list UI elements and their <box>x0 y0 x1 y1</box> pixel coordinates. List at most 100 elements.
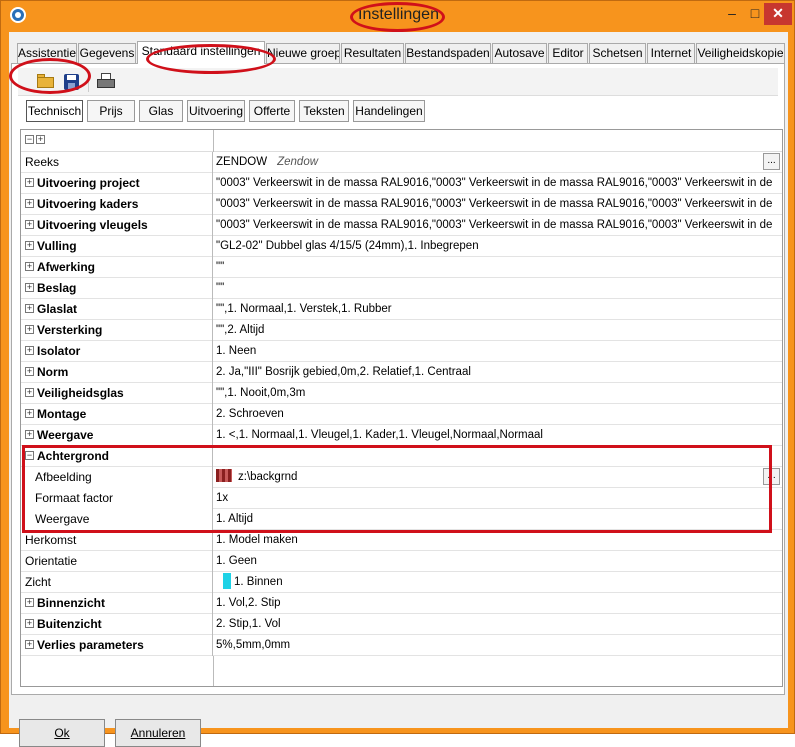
grid-row-herkomst[interactable]: Herkomst 1. Model maken <box>21 530 782 551</box>
grid-row-versterking[interactable]: + Versterking "",2. Altijd <box>21 320 782 341</box>
row-label-text: Beslag <box>37 281 77 295</box>
grid-row-afwerking[interactable]: + Afwerking "" <box>21 257 782 278</box>
grid-row-achtergrond[interactable]: − Achtergrond <box>21 446 782 467</box>
tab-editor[interactable]: Editor <box>548 43 588 63</box>
tab-autosave[interactable]: Autosave <box>492 43 547 63</box>
minimize-icon[interactable]: – <box>721 3 743 25</box>
maximize-icon[interactable]: □ <box>744 3 766 25</box>
grid-row-montage[interactable]: + Montage 2. Schroeven <box>21 404 782 425</box>
row-value[interactable]: 2. Schroeven <box>216 404 776 425</box>
expand-icon[interactable]: + <box>25 220 34 230</box>
row-value[interactable]: "",1. Nooit,0m,3m <box>216 383 776 404</box>
expand-icon[interactable]: + <box>25 409 34 419</box>
open-folder-icon[interactable] <box>36 73 56 91</box>
grid-row-weergave[interactable]: + Weergave 1. <,1. Normaal,1. Vleugel,1. … <box>21 425 782 446</box>
row-value[interactable]: "" <box>216 257 776 278</box>
row-value[interactable]: 1. Model maken <box>216 530 776 551</box>
tab-standaard-instellingen[interactable]: Standaard instellingen <box>137 41 265 64</box>
afbeelding-browse-button[interactable]: ... <box>763 468 780 485</box>
grid-row-afbeelding[interactable]: Afbeelding z:\backgrnd ... <box>21 467 782 488</box>
grid-row-uitvoering-vleugels[interactable]: + Uitvoering vleugels "0003" Verkeerswit … <box>21 215 782 236</box>
tab-gegevens[interactable]: Gegevens <box>78 43 136 63</box>
close-icon[interactable]: ✕ <box>764 3 792 25</box>
row-value[interactable]: 1. <,1. Normaal,1. Vleugel,1. Kader,1. V… <box>216 425 776 446</box>
row-value[interactable]: 1. Altijd <box>216 509 776 530</box>
grid-row-veiligheidsglas[interactable]: + Veiligheidsglas "",1. Nooit,0m,3m <box>21 383 782 404</box>
row-label-text: Versterking <box>37 323 103 337</box>
grid-row-buitenzicht[interactable]: + Buitenzicht 2. Stip,1. Vol <box>21 614 782 635</box>
expand-icon[interactable]: + <box>25 304 34 314</box>
ok-button[interactable]: Ok <box>19 719 105 747</box>
row-value[interactable]: "0003" Verkeerswit in de massa RAL9016,"… <box>216 194 776 215</box>
row-value[interactable]: "",1. Normaal,1. Verstek,1. Rubber <box>216 299 776 320</box>
row-value[interactable]: "",2. Altijd <box>216 320 776 341</box>
subtab-uitvoering[interactable]: Uitvoering <box>187 100 245 122</box>
expand-icon[interactable]: + <box>25 430 34 440</box>
grid-row-achtergrond-weergave[interactable]: Weergave 1. Altijd <box>21 509 782 530</box>
subtab-offerte[interactable]: Offerte <box>249 100 295 122</box>
print-icon[interactable] <box>96 73 116 91</box>
subtab-prijs[interactable]: Prijs <box>87 100 135 122</box>
grid-row-verlies-parameters[interactable]: + Verlies parameters 5%,5mm,0mm <box>21 635 782 656</box>
expand-icon[interactable]: + <box>25 598 34 608</box>
reeks-browse-button[interactable]: ... <box>763 153 780 170</box>
subtab-glas[interactable]: Glas <box>139 100 183 122</box>
expand-all-button[interactable]: + <box>36 135 45 144</box>
tab-veiligheidskopie[interactable]: Veiligheidskopie <box>696 43 785 63</box>
row-value[interactable]: "GL2-02" Dubbel glas 4/15/5 (24mm),1. In… <box>216 236 776 257</box>
row-value[interactable]: 1. Binnen <box>216 572 776 593</box>
expand-icon[interactable]: + <box>25 283 34 293</box>
grid-row-beslag[interactable]: + Beslag "" <box>21 278 782 299</box>
grid-row-binnenzicht[interactable]: + Binnenzicht 1. Vol,2. Stip <box>21 593 782 614</box>
grid-row-uitvoering-project[interactable]: + Uitvoering project "0003" Verkeerswit i… <box>21 173 782 194</box>
grid-row-isolator[interactable]: + Isolator 1. Neen <box>21 341 782 362</box>
grid-row-vulling[interactable]: + Vulling "GL2-02" Dubbel glas 4/15/5 (24… <box>21 236 782 257</box>
row-value[interactable]: 1. Geen <box>216 551 776 572</box>
grid-row-glaslat[interactable]: + Glaslat "",1. Normaal,1. Verstek,1. Rub… <box>21 299 782 320</box>
grid-row-norm[interactable]: + Norm 2. Ja,"III" Bosrijk gebied,0m,2. R… <box>21 362 782 383</box>
grid-row-reeks[interactable]: Reeks ZENDOW Zendow ... <box>21 152 782 173</box>
save-icon[interactable] <box>62 73 82 91</box>
tab-resultaten[interactable]: Resultaten <box>341 43 404 63</box>
collapse-icon[interactable]: − <box>25 451 34 461</box>
expand-icon[interactable]: + <box>25 178 34 188</box>
subtab-handelingen[interactable]: Handelingen <box>353 100 425 122</box>
grid-row-orientatie[interactable]: Orientatie 1. Geen <box>21 551 782 572</box>
row-value[interactable]: 1. Neen <box>216 341 776 362</box>
row-value[interactable]: 5%,5mm,0mm <box>216 635 776 656</box>
expand-icon[interactable]: + <box>25 325 34 335</box>
row-value[interactable]: z:\backgrnd <box>216 467 776 488</box>
tab-bestandspaden[interactable]: Bestandspaden <box>405 43 491 63</box>
tab-schetsen[interactable]: Schetsen <box>589 43 646 63</box>
collapse-all-button[interactable]: − <box>25 135 34 144</box>
expand-icon[interactable]: + <box>25 241 34 251</box>
tab-internet[interactable]: Internet <box>647 43 695 63</box>
row-value[interactable]: "0003" Verkeerswit in de massa RAL9016,"… <box>216 173 776 194</box>
subtab-technisch[interactable]: Technisch <box>26 100 83 122</box>
cancel-button[interactable]: Annuleren <box>115 719 201 747</box>
ok-label: Ok <box>54 726 70 740</box>
zicht-value: 1. Binnen <box>234 576 283 588</box>
expand-icon[interactable]: + <box>25 199 34 209</box>
row-value[interactable]: "" <box>216 278 776 299</box>
expand-icon[interactable]: + <box>25 367 34 377</box>
row-value[interactable]: 2. Ja,"III" Bosrijk gebied,0m,2. Relatie… <box>216 362 776 383</box>
expand-icon[interactable]: + <box>25 619 34 629</box>
row-value[interactable]: 2. Stip,1. Vol <box>216 614 776 635</box>
subtab-teksten[interactable]: Teksten <box>299 100 349 122</box>
expand-icon[interactable]: + <box>25 388 34 398</box>
grid-row-uitvoering-kaders[interactable]: + Uitvoering kaders "0003" Verkeerswit in… <box>21 194 782 215</box>
row-value[interactable] <box>216 446 776 467</box>
row-value[interactable]: ZENDOW Zendow <box>216 152 776 173</box>
expand-icon[interactable]: + <box>25 640 34 650</box>
expand-icon[interactable]: + <box>25 262 34 272</box>
tab-nieuwe-groep[interactable]: Nieuwe groep <box>266 43 340 63</box>
row-value[interactable]: "0003" Verkeerswit in de massa RAL9016,"… <box>216 215 776 236</box>
grid-row-zicht[interactable]: Zicht 1. Binnen <box>21 572 782 593</box>
title-bar[interactable]: Instellingen – □ ✕ <box>1 1 794 32</box>
expand-icon[interactable]: + <box>25 346 34 356</box>
row-value[interactable]: 1. Vol,2. Stip <box>216 593 776 614</box>
grid-row-formaat-factor[interactable]: Formaat factor 1x <box>21 488 782 509</box>
row-value[interactable]: 1x <box>216 488 776 509</box>
tab-assistentie[interactable]: Assistentie <box>17 43 77 63</box>
